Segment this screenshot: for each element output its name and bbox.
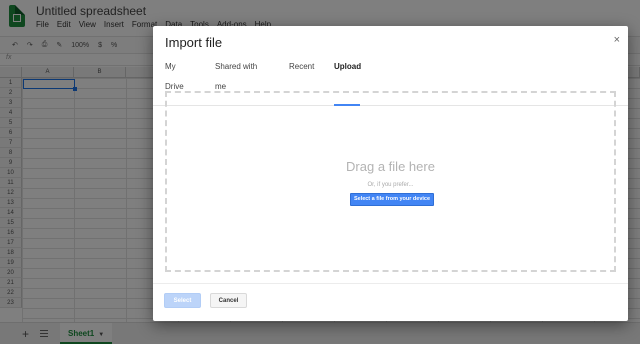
cancel-button[interactable]: Cancel [210, 293, 247, 308]
or-prefer-text: Or, if you prefer... [367, 182, 414, 188]
tab-upload-label: Upload [334, 62, 362, 71]
footer-divider [153, 283, 628, 284]
file-drop-zone[interactable]: Drag a file here Or, if you prefer... Se… [165, 91, 616, 272]
dialog-title: Import file [165, 35, 223, 50]
tab-recent-label: Recent [289, 62, 315, 71]
select-file-from-device-button[interactable]: Select a file from your device [350, 193, 434, 206]
drag-file-text: Drag a file here [346, 159, 435, 174]
import-file-dialog: Import file × My Drive Shared with me Re… [153, 26, 628, 321]
select-button[interactable]: Select [164, 293, 201, 308]
close-icon[interactable]: × [614, 34, 620, 46]
